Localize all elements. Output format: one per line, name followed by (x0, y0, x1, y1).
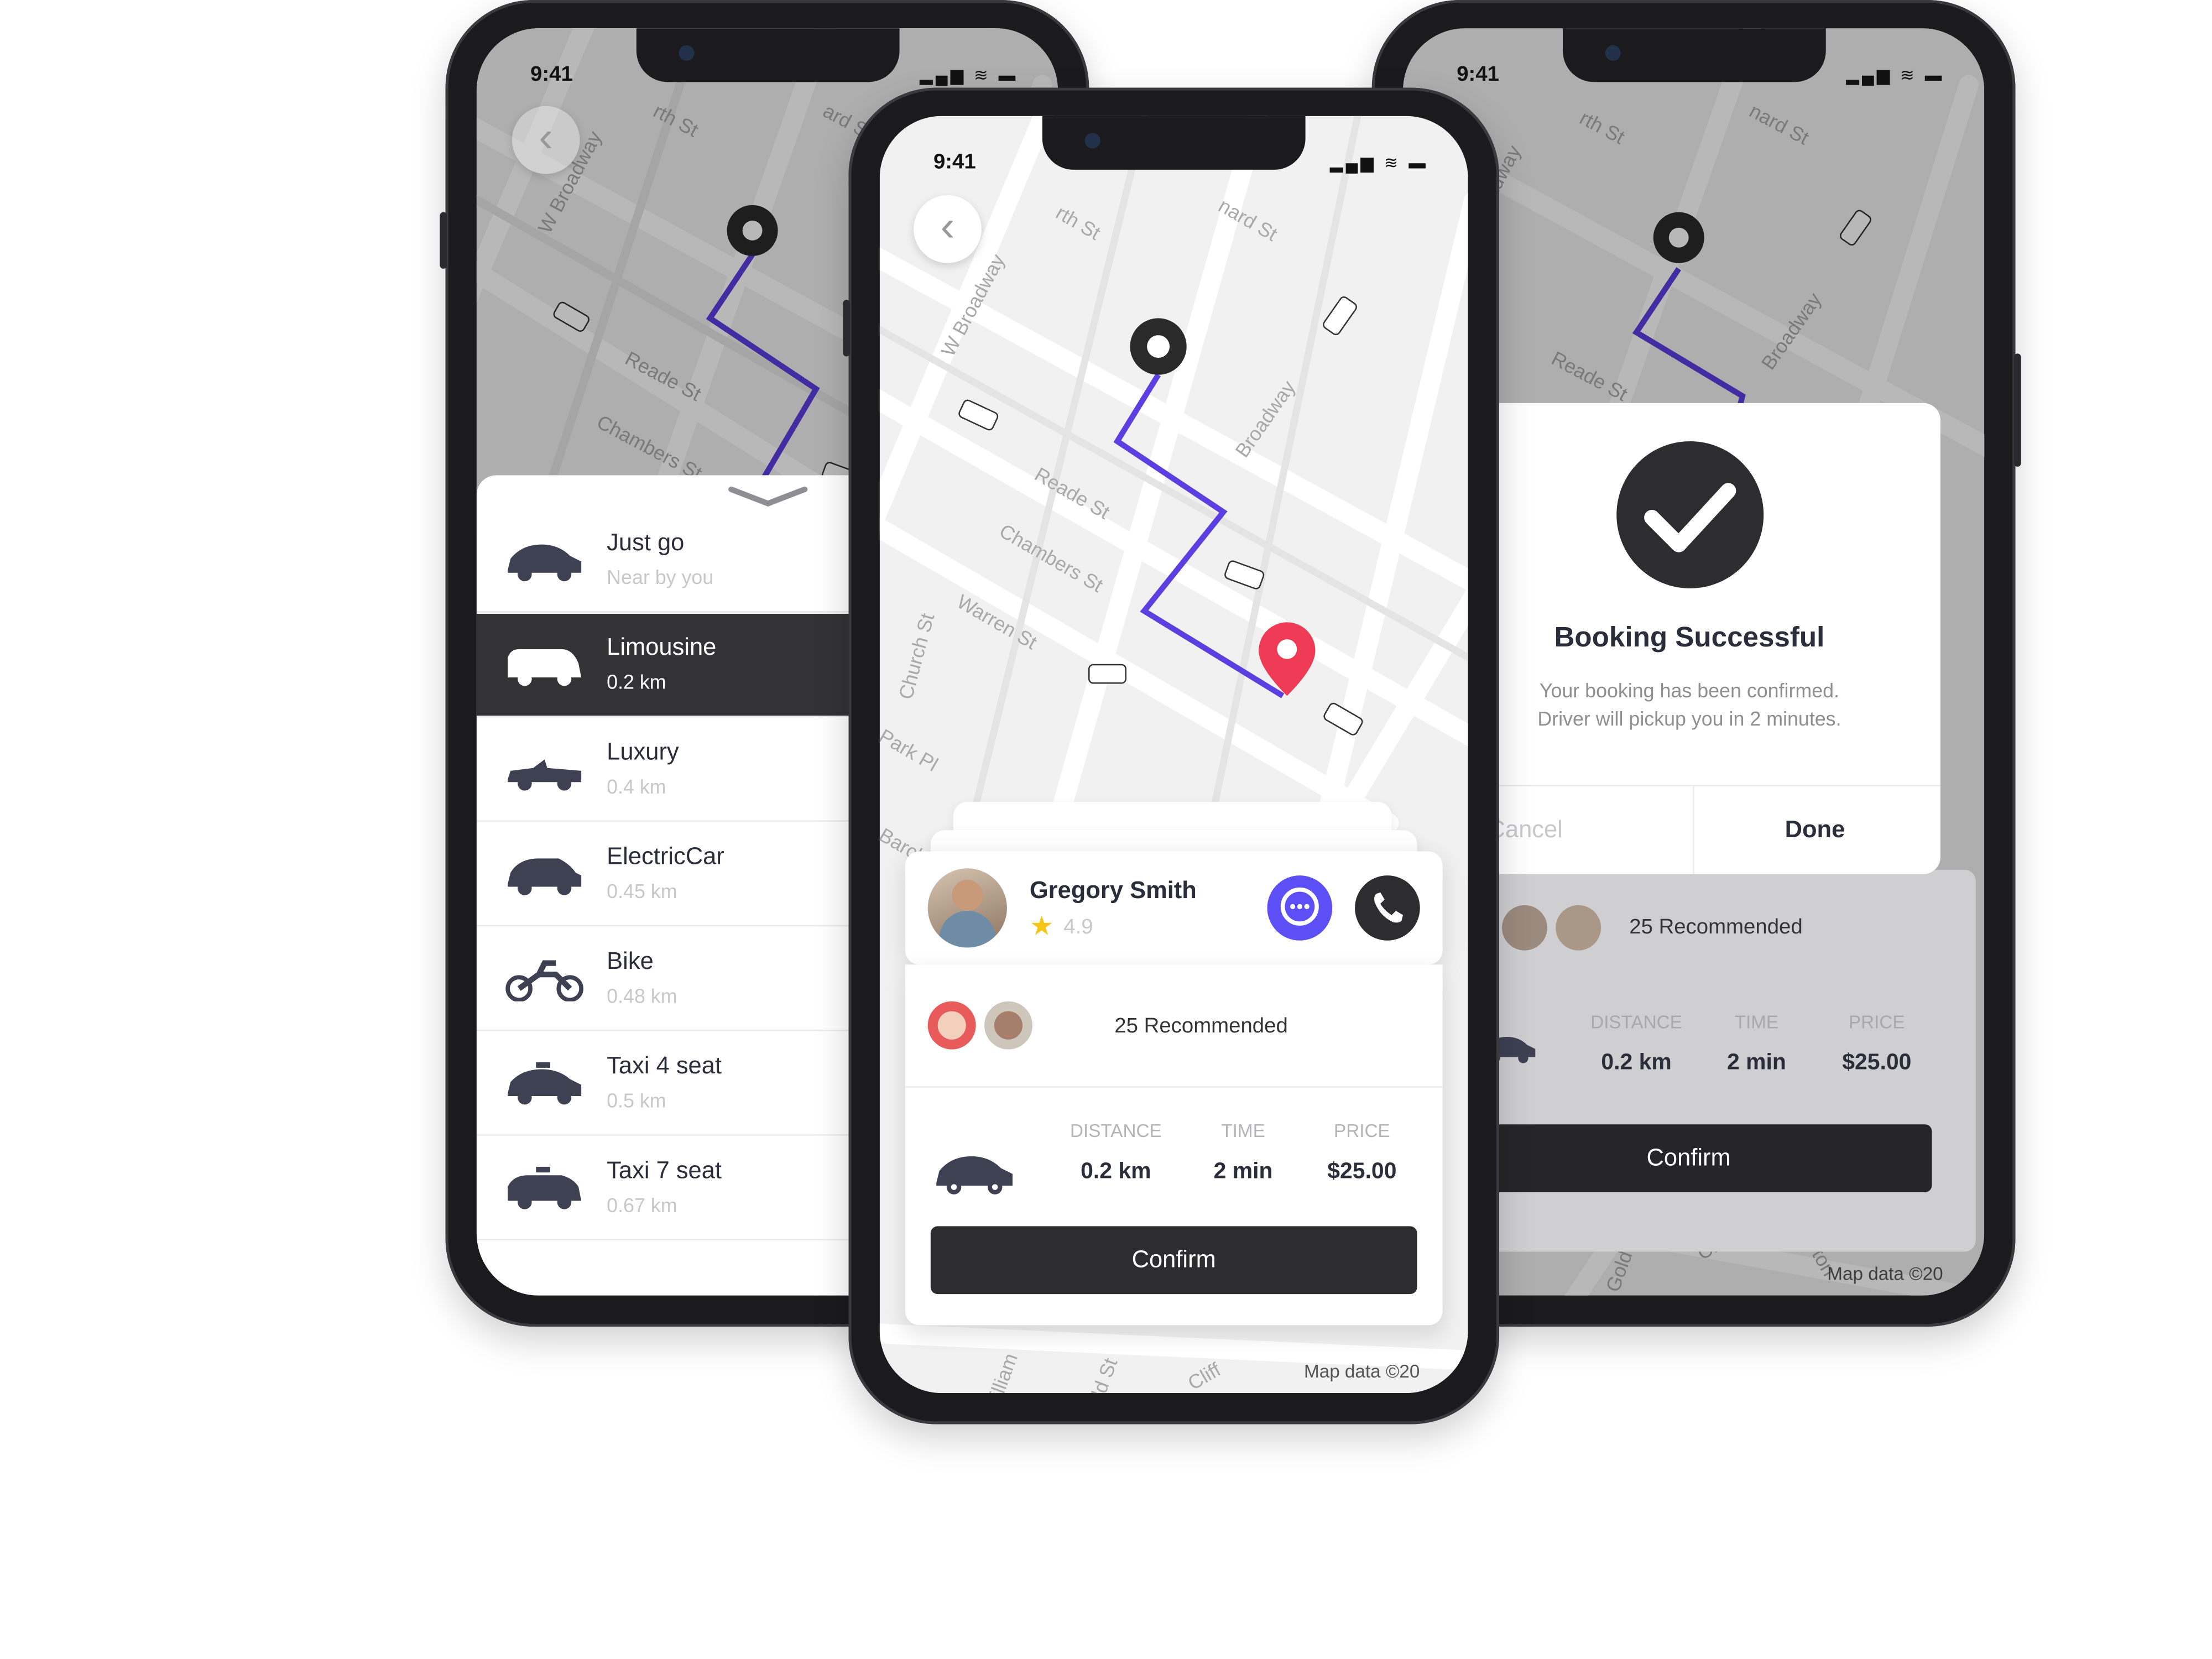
done-button[interactable]: Done (1785, 816, 1845, 844)
vehicle-name: ElectricCar (607, 843, 724, 870)
vehicle-subtitle: 0.4 km (607, 775, 666, 798)
convertible-icon (508, 759, 582, 791)
distance-value: 0.2 km (1081, 1160, 1151, 1184)
driver-name: Gregory Smith (1029, 877, 1197, 904)
avatar (1502, 905, 1547, 951)
vehicle-subtitle: 0.48 km (607, 984, 677, 1007)
checkmark-icon (1616, 441, 1764, 588)
chat-bubble-icon (1280, 887, 1319, 926)
motorbike-icon (505, 960, 583, 1001)
time-value: 2 min (1213, 1160, 1273, 1184)
distance-value: 0.2 km (1601, 1051, 1672, 1075)
vehicle-name: Luxury (607, 738, 679, 765)
car-marker-icon (1323, 296, 1357, 336)
status-indicators: ▂▄▆ ≋ ▬ (1846, 65, 1945, 85)
driver-rating: 4.9 (1063, 915, 1093, 940)
taxi-icon (508, 1062, 582, 1105)
car-marker-icon (1088, 664, 1127, 684)
vehicle-name: Limousine (607, 633, 717, 661)
vehicle-name: Just go (607, 529, 685, 556)
car-marker-icon (958, 399, 999, 431)
vehicle-subtitle: 0.67 km (607, 1193, 677, 1217)
driver-card: 25 Recommended DISTANCE 0.2 km TIME 2 mi… (905, 964, 1443, 1326)
chevron-down-icon[interactable] (725, 484, 810, 509)
price-label: PRICE (1848, 1011, 1905, 1032)
back-button[interactable]: ‹ (512, 106, 580, 174)
vehicle-name: Taxi 7 seat (607, 1157, 722, 1184)
chevron-left-icon: ‹ (539, 114, 553, 161)
avatar (927, 1001, 976, 1050)
taxi-van-icon (508, 1166, 582, 1209)
confirm-button[interactable]: Confirm (1445, 1124, 1932, 1192)
vehicle-subtitle: 0.2 km (607, 670, 666, 693)
car-icon (936, 1156, 1013, 1194)
time-label: TIME (1221, 1120, 1265, 1141)
price-value: $25.00 (1842, 1051, 1912, 1075)
center-screen: 9:41 ▂▄▆ ≋ ▬ W Broadway Reade St Chamber… (879, 116, 1468, 1394)
stage: 9:41 ▂▄▆ ≋ ▬ W Broadway Reade St Chamber… (0, 0, 2212, 1629)
price-value: $25.00 (1327, 1160, 1397, 1184)
map-attribution: Map data ©20 (1304, 1360, 1420, 1382)
vehicle-subtitle: Near by you (607, 565, 714, 588)
status-time: 9:41 (933, 150, 976, 174)
van-icon (508, 649, 582, 686)
status-indicators: ▂▄▆ ≋ ▬ (1329, 153, 1429, 173)
phone-icon (1374, 892, 1404, 923)
center-phone: 9:41 ▂▄▆ ≋ ▬ W Broadway Reade St Chamber… (843, 87, 1499, 1425)
avatar (984, 1001, 1032, 1050)
status-time: 9:41 (1457, 62, 1500, 87)
price-label: PRICE (1334, 1120, 1390, 1141)
recommended-count: 25 Recommended (1114, 1014, 1288, 1039)
confirm-button[interactable]: Confirm (930, 1226, 1417, 1295)
chat-button[interactable] (1267, 875, 1333, 941)
car-marker-icon (1224, 560, 1265, 589)
sedan-icon (508, 544, 582, 582)
vehicle-subtitle: 0.45 km (607, 879, 677, 902)
vehicle-name: Bike (607, 947, 654, 975)
driver-avatar (927, 868, 1007, 948)
distance-label: DISTANCE (1590, 1011, 1682, 1032)
driver-header-card: Gregory Smith ★ 4.9 (905, 851, 1443, 965)
back-button[interactable]: ‹ (914, 195, 982, 263)
recommended-count: 25 Recommended (1629, 915, 1803, 940)
time-value: 2 min (1726, 1051, 1786, 1075)
distance-label: DISTANCE (1070, 1120, 1162, 1141)
vehicle-subtitle: 0.5 km (607, 1089, 666, 1112)
hatchback-icon (508, 858, 582, 895)
status-indicators: ▂▄▆ ≋ ▬ (920, 65, 1019, 85)
call-button[interactable] (1355, 875, 1420, 941)
avatar (1556, 905, 1601, 951)
time-label: TIME (1734, 1011, 1779, 1032)
vehicle-name: Taxi 4 seat (607, 1052, 722, 1079)
status-time: 9:41 (530, 62, 573, 87)
chevron-left-icon: ‹ (940, 204, 955, 251)
star-icon: ★ (1029, 912, 1054, 942)
